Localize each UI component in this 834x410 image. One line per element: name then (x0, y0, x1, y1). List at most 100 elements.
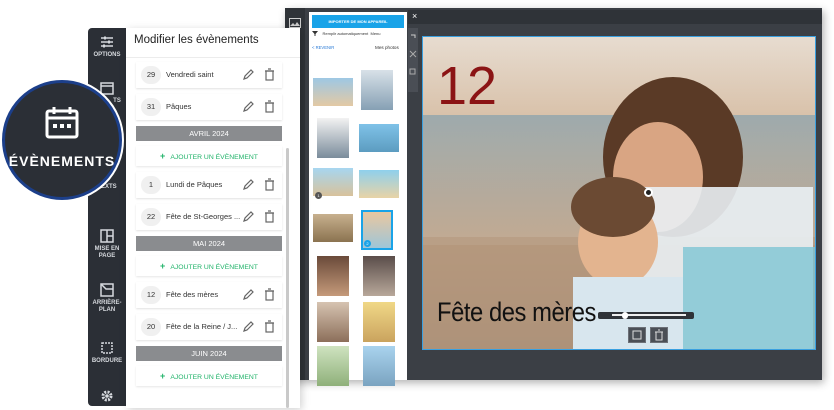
plus-icon: + (160, 151, 166, 161)
pencil-icon[interactable] (242, 320, 255, 333)
event-day: 1 (141, 176, 161, 194)
auto-fill-row[interactable]: Remplir automatiquement Menu (312, 31, 381, 37)
event-name: Fête des mères (166, 290, 219, 299)
thumb-count-badge: 2 (364, 240, 371, 247)
event-name: Pâques (166, 102, 192, 111)
month-header: JUIN 2024 (136, 346, 282, 361)
event-day: 20 (141, 318, 161, 336)
copy-icon[interactable] (409, 68, 417, 76)
layout-icon (100, 229, 114, 243)
delete-photo-button[interactable] (650, 327, 668, 343)
image-icon[interactable] (289, 18, 301, 28)
rail-item-layout[interactable]: MISE EN PAGE (88, 228, 126, 260)
photo-thumb[interactable] (359, 170, 399, 198)
thumb-count-badge: 1 (315, 192, 322, 199)
trash-icon[interactable] (264, 68, 275, 81)
event-list: 29 Vendredi saint 31 Pâques AVRIL 2024 +… (136, 62, 282, 392)
photo-thumb[interactable] (363, 256, 395, 296)
photo-thumb[interactable] (317, 302, 349, 342)
caption-text[interactable]: Fête des mères (437, 297, 596, 328)
add-event-button[interactable]: + AJOUTER UN ÉVÈNEMENT (136, 146, 282, 166)
zoom-slider[interactable] (598, 312, 694, 319)
import-button[interactable]: IMPORTER DE MON APPAREIL (312, 15, 404, 28)
trash-icon[interactable] (264, 320, 275, 333)
editor-tool-column (408, 28, 418, 92)
photo-thumb[interactable] (361, 70, 393, 110)
undo-icon[interactable] (409, 32, 417, 40)
rail-item-border[interactable]: BORDURE (88, 340, 126, 365)
sliders-icon (101, 36, 113, 48)
photo-thumb[interactable] (317, 118, 349, 158)
photo-thumb[interactable] (363, 346, 395, 386)
month-header: MAI 2024 (136, 236, 282, 251)
event-day: 12 (141, 286, 161, 304)
calendar-icon (100, 82, 114, 95)
trash-icon (655, 329, 663, 341)
event-day: 29 (141, 66, 161, 84)
month-header: AVRIL 2024 (136, 126, 282, 141)
photo-thumb[interactable] (317, 256, 349, 296)
trash-icon[interactable] (264, 210, 275, 223)
add-event-button[interactable]: + AJOUTER UN ÉVÈNEMENT (136, 256, 282, 276)
photo-library: IMPORTER DE MON APPAREIL Remplir automat… (309, 12, 407, 386)
photo-thumb[interactable] (363, 302, 395, 342)
rail-item-options[interactable]: OPTIONS (88, 34, 126, 59)
pencil-icon[interactable] (242, 68, 255, 81)
crop-icon (632, 330, 642, 340)
menu-button[interactable]: Menu (371, 31, 381, 36)
rail-item-settings[interactable] (88, 388, 126, 406)
pencil-icon[interactable] (242, 178, 255, 191)
app-stage: × IMPORTER DE MON APPAREIL Remplir autom… (0, 0, 834, 410)
my-photos-label: Mes photos (375, 45, 399, 50)
focus-point-icon[interactable] (644, 188, 653, 197)
rail-label: ARRIÈRE-PLAN (92, 300, 122, 313)
pencil-icon[interactable] (242, 100, 255, 113)
day-number[interactable]: 12 (437, 58, 497, 114)
add-event-button[interactable]: + AJOUTER UN ÉVÈNEMENT (136, 366, 282, 386)
pencil-icon[interactable] (242, 288, 255, 301)
event-row[interactable]: 29 Vendredi saint (136, 62, 282, 88)
badge-label: ÉVÈNEMENTS (8, 153, 116, 169)
event-name: Vendredi saint (166, 70, 214, 79)
photo-thumb[interactable] (313, 78, 353, 106)
tool-rail: OPTIONS TS TEXTS MISE EN PAGE ARRIÈRE-PL… (88, 28, 126, 406)
rail-label: BORDURE (91, 358, 123, 364)
photo-thumb[interactable] (317, 346, 349, 386)
rail-item-background[interactable]: ARRIÈRE-PLAN (88, 282, 126, 314)
photo-thumb[interactable] (313, 214, 353, 242)
events-badge: ÉVÈNEMENTS (2, 80, 122, 200)
event-row[interactable]: 12 Fête des mères (136, 282, 282, 308)
add-event-label: AJOUTER UN ÉVÈNEMENT (170, 374, 258, 381)
plus-icon: + (160, 371, 166, 381)
rail-label: MISE EN PAGE (94, 246, 120, 259)
rail-label: OPTIONS (93, 52, 121, 58)
editor-top-bar (408, 10, 822, 24)
back-link[interactable]: < REVENIR (312, 45, 334, 50)
panel-title: Modifier les évènements (134, 34, 259, 46)
add-event-label: AJOUTER UN ÉVÈNEMENT (170, 264, 258, 271)
crop-button[interactable] (628, 327, 646, 343)
event-name: Fête de la Reine / J... (166, 322, 238, 331)
event-day: 31 (141, 98, 161, 116)
event-row[interactable]: 1 Lundi de Pâques (136, 172, 282, 198)
photo-thumb[interactable] (359, 124, 399, 152)
trash-icon[interactable] (264, 178, 275, 191)
trash-icon[interactable] (264, 100, 275, 113)
event-row[interactable]: 20 Fête de la Reine / J... (136, 314, 282, 340)
panel-scrollbar[interactable] (286, 148, 289, 408)
calendar-icon (45, 107, 79, 139)
event-row[interactable]: 31 Pâques (136, 94, 282, 120)
auto-fill-button[interactable]: Remplir automatiquement (322, 31, 368, 36)
background-icon (100, 283, 114, 297)
cut-icon[interactable] (409, 50, 417, 58)
events-panel: Modifier les évènements 29 Vendredi sain… (126, 28, 300, 408)
pencil-icon[interactable] (242, 210, 255, 223)
trash-icon[interactable] (264, 288, 275, 301)
close-icon[interactable]: × (412, 11, 417, 21)
event-row[interactable]: 22 Fête de St-Georges ... (136, 204, 282, 230)
plus-icon: + (160, 261, 166, 271)
event-name: Fête de St-Georges ... (166, 212, 241, 221)
event-day: 22 (141, 208, 161, 226)
event-name: Lundi de Pâques (166, 180, 223, 189)
slider-handle[interactable] (622, 312, 628, 319)
